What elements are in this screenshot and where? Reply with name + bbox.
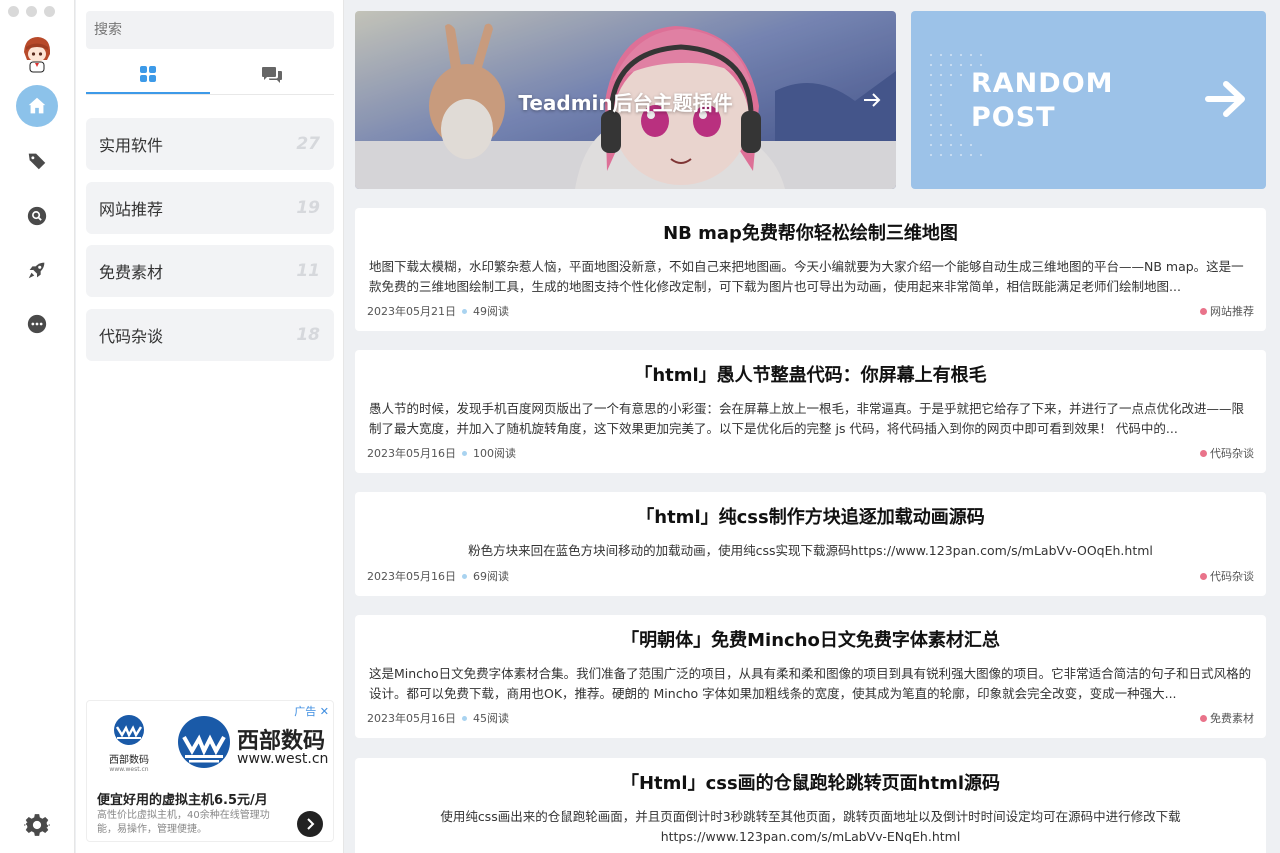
comments-icon [262,66,282,83]
tag-icon [28,153,46,170]
left-rail [0,0,75,853]
separator-dot [462,573,467,579]
post-views: 100阅读 [473,447,516,460]
ad-description: 高性价比虚拟主机，40余种在线管理功能，易操作，管理便捷。 [97,810,270,835]
ad-brand: 西部数码 www.west.cn [177,715,328,773]
post-excerpt: 愚人节的时候，发现手机百度网页版出了一个有意思的小彩蛋：会在屏幕上放上一根毛，非… [369,401,1245,436]
post-excerpt: 这是Mincho日文免费字体素材合集。我们准备了范围广泛的项目，从具有柔和柔和图… [369,666,1252,701]
post-meta: 2023年05月16日 100阅读 [367,445,516,461]
search-input[interactable] [86,11,334,49]
main-content: Teadmin后台主题插件 RANDOM POST NB map免费帮你轻松绘制… [345,0,1280,853]
west-logo-icon [114,715,144,745]
post-excerpt: 粉色方块来回在蓝色方块间移动的加载动画，使用纯css实现下载源码https://… [468,543,1153,558]
category-count: 19 [296,197,320,218]
post-date: 2023年05月16日 [367,570,456,583]
post-meta: 2023年05月21日 49阅读 [367,303,509,319]
more-icon [27,314,47,334]
home-button[interactable] [16,85,58,127]
post-card[interactable]: 「html」愚人节整蛊代码：你屏幕上有根毛 愚人节的时候，发现手机百度网页版出了… [355,350,1266,473]
post-category[interactable]: 免费素材 [1200,710,1254,726]
rocket-button[interactable] [16,249,58,291]
separator-dot [462,450,467,456]
west-brand-icon [178,716,230,768]
category-item[interactable]: 网站推荐 19 [86,181,334,234]
post-excerpt: 地图下载太模糊，水印繁杂惹人恼，平面地图没新意，不如自己来把地图画。今天小编就要… [369,259,1244,294]
random-post-label: RANDOM POST [971,68,1114,133]
arrow-right-icon [864,93,881,107]
more-button[interactable] [16,303,58,345]
post-title[interactable]: 「html」纯css制作方块追逐加载动画源码 [355,503,1266,529]
category-item[interactable]: 免费素材 11 [86,245,334,297]
post-category[interactable]: 网站推荐 [1200,303,1254,319]
zoom-window-icon[interactable] [44,6,55,17]
post-views: 69阅读 [473,570,509,583]
post-views: 49阅读 [473,305,509,318]
separator-dot [462,308,467,314]
ad-small-name: 西部数码 [109,755,149,766]
post-card[interactable]: 「html」纯css制作方块追逐加载动画源码 粉色方块来回在蓝色方块间移动的加载… [355,492,1266,596]
ad-small-logo: 西部数码 www.west.cn [105,715,153,773]
category-count: 27 [296,134,320,154]
post-card[interactable]: NB map免费帮你轻松绘制三维地图 地图下载太模糊，水印繁杂惹人恼，平面地图没… [355,208,1266,331]
post-meta: 2023年05月16日 69阅读 [367,568,509,584]
category-dot-icon [1200,714,1207,722]
post-meta: 2023年05月16日 45阅读 [367,710,509,726]
window-controls [8,6,55,17]
category-item[interactable]: 代码杂谈 18 [86,308,334,361]
category-count: 11 [296,261,320,281]
ad-brand-url: www.west.cn [237,751,329,767]
avatar[interactable] [14,30,60,76]
post-card[interactable]: 「明朝体」免费Mincho日文免费字体素材汇总 这是Mincho日文免费字体素材… [355,615,1266,738]
random-post-card[interactable]: RANDOM POST [911,11,1266,189]
chevron-right-icon [307,818,315,830]
post-views: 45阅读 [473,712,509,725]
ad-title: 便宜好用的虚拟主机6.5元/月 [97,793,268,808]
category-dot-icon [1200,449,1207,457]
post-title[interactable]: 「Html」css画的仓鼠跑轮跳转页面html源码 [355,769,1266,795]
ad-small-url: www.west.cn [109,766,149,773]
close-window-icon[interactable] [8,6,19,17]
category-name: 实用软件 [99,136,164,155]
search-icon [27,206,47,226]
post-date: 2023年05月16日 [367,712,456,725]
post-date: 2023年05月21日 [367,305,456,318]
search-button[interactable] [16,195,58,237]
category-count: 18 [296,324,320,345]
ad-go-button[interactable] [297,811,323,837]
rocket-icon [28,262,45,279]
separator-dot [462,715,467,721]
tab-comments[interactable] [210,55,334,94]
ad-banner[interactable]: 广告 ✕ 西部数码 www.west.cn 西部数码 www.west.cn 便… [86,700,334,842]
post-category[interactable]: 代码杂谈 [1200,568,1254,584]
grid-icon [140,65,156,82]
category-name: 网站推荐 [99,199,164,219]
ad-tag[interactable]: 广告 ✕ [294,703,329,719]
arrow-right-icon [1205,81,1245,117]
category-dot-icon [1200,307,1207,315]
post-title[interactable]: NB map免费帮你轻松绘制三维地图 [355,219,1266,245]
tags-button[interactable] [16,140,58,182]
category-sidebar: 实用软件 27 网站推荐 19 免费素材 11 代码杂谈 18 广告 ✕ 西部数… [76,0,344,853]
sidebar-tabs [86,55,334,95]
featured-banner[interactable]: Teadmin后台主题插件 [355,11,896,189]
tab-categories[interactable] [86,55,210,94]
banner-title: Teadmin后台主题插件 [518,91,733,115]
post-title[interactable]: 「html」愚人节整蛊代码：你屏幕上有根毛 [355,361,1266,387]
post-excerpt: 使用纯css画出来的仓鼠跑轮画面，并且页面倒计时3秒跳转至其他页面，跳转页面地址… [440,809,1181,844]
post-category[interactable]: 代码杂谈 [1200,445,1254,461]
category-dot-icon [1200,572,1207,580]
category-name: 免费素材 [99,263,164,282]
post-date: 2023年05月16日 [367,447,456,460]
post-title[interactable]: 「明朝体」免费Mincho日文免费字体素材汇总 [355,626,1266,652]
gear-icon[interactable] [24,812,50,838]
post-card[interactable]: 「Html」css画的仓鼠跑轮跳转页面html源码 使用纯css画出来的仓鼠跑轮… [355,758,1266,853]
home-icon [28,97,46,114]
category-name: 代码杂谈 [99,326,164,346]
minimize-window-icon[interactable] [26,6,37,17]
category-item[interactable]: 实用软件 27 [86,118,334,170]
category-list: 实用软件 27 网站推荐 19 免费素材 11 代码杂谈 18 [86,118,334,372]
